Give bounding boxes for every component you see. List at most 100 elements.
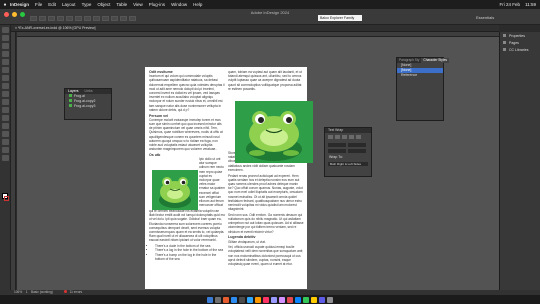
free-transform-tool-icon[interactable] xyxy=(2,115,9,121)
rectangle-frame-tool-icon[interactable] xyxy=(2,91,9,97)
align-icon[interactable] xyxy=(39,16,46,21)
paragraph: Sed nonn sus. Odit ernfom. Ga nomenis de… xyxy=(228,212,304,234)
tracking-field[interactable] xyxy=(102,16,109,21)
dock-cc-libraries[interactable]: CC Libraries xyxy=(500,46,540,53)
menu-type[interactable]: Type xyxy=(82,2,92,7)
jump-object-icon[interactable] xyxy=(349,135,354,139)
apple-icon[interactable]: ● xyxy=(0,2,10,8)
size-field[interactable] xyxy=(84,16,91,21)
frog-image-large[interactable] xyxy=(235,101,313,163)
align-icon[interactable] xyxy=(57,16,64,21)
app-icon[interactable] xyxy=(303,296,309,303)
vertical-ruler[interactable] xyxy=(11,32,16,290)
workspace-switcher[interactable]: Essentials xyxy=(476,15,494,20)
right-panel-dock: Properties Pages CC Libraries xyxy=(499,32,540,290)
macos-menubar: ● InDesign File Edit Layout Type Object … xyxy=(0,0,540,9)
menu-window[interactable]: Window xyxy=(171,2,187,7)
dock-label: Properties xyxy=(509,33,525,38)
dock-properties[interactable]: Properties xyxy=(500,32,540,39)
line-tool-icon[interactable] xyxy=(2,67,9,73)
app-icon[interactable] xyxy=(319,296,325,303)
preflight-errors[interactable]: 11 errors xyxy=(70,290,83,294)
photoshop-icon[interactable] xyxy=(247,296,253,303)
text-wrap-panel: Text Wrap Wrap To: Both Right & Left Sid… xyxy=(324,127,372,177)
no-wrap-icon[interactable] xyxy=(328,135,333,139)
layer-item[interactable]: Frog.ai-copy3 xyxy=(65,104,111,109)
page-number[interactable]: 1 xyxy=(26,290,28,294)
pen-tool-icon[interactable] xyxy=(2,75,9,81)
right-offset-field[interactable] xyxy=(348,149,366,153)
paragraph: Conempe molorit eaturaspe immolep torem … xyxy=(149,117,223,152)
after-effects-icon[interactable] xyxy=(279,296,285,303)
tab-links[interactable]: Links xyxy=(85,89,93,94)
jump-next-column-icon[interactable] xyxy=(356,135,361,139)
scale-field[interactable] xyxy=(120,16,127,21)
wrap-to-dropdown[interactable]: Both Right & Left Sides xyxy=(328,162,368,166)
menu-file[interactable]: File xyxy=(35,2,42,7)
stroke-swatch[interactable] xyxy=(4,196,9,201)
trash-icon[interactable] xyxy=(327,296,333,303)
pencil-tool-icon[interactable] xyxy=(2,83,9,89)
app-icon[interactable] xyxy=(311,296,317,303)
menu-edit[interactable]: Edit xyxy=(48,2,56,7)
wrap-bounding-box-icon[interactable] xyxy=(335,135,340,139)
properties-icon xyxy=(503,34,506,37)
menu-app[interactable]: InDesign xyxy=(10,2,29,7)
zoom-level[interactable]: 106% xyxy=(14,290,22,294)
font-family-field[interactable]: Baloo Explorer Family xyxy=(318,15,362,21)
paragraph: Inuntum el qui volum qui commodale volup… xyxy=(149,74,225,112)
tab-character-styles[interactable]: Character Styles xyxy=(421,58,449,63)
style-icon[interactable] xyxy=(75,16,82,21)
illustrator-icon[interactable] xyxy=(255,296,261,303)
style-icon[interactable] xyxy=(66,16,73,21)
menu-help[interactable]: Help xyxy=(193,2,202,7)
leading-field[interactable] xyxy=(93,16,100,21)
text-frame-right[interactable]: quam, tobiam ea vuptasi aut quam alit la… xyxy=(228,70,304,268)
premiere-icon[interactable] xyxy=(271,296,277,303)
kerning-field[interactable] xyxy=(111,16,118,21)
app-icon[interactable] xyxy=(231,296,237,303)
app-icon[interactable] xyxy=(239,296,245,303)
hand-tool-icon[interactable] xyxy=(2,147,9,153)
wrap-shape-icon[interactable] xyxy=(342,135,347,139)
app-icon[interactable] xyxy=(223,296,229,303)
text-frame-left[interactable]: Odit essitume Inuntum el qui volum qui c… xyxy=(149,70,225,261)
gradient-tool-icon[interactable] xyxy=(2,123,9,129)
scissors-tool-icon[interactable] xyxy=(2,107,9,113)
dock-pages[interactable]: Pages xyxy=(500,39,540,46)
selection-tool-icon[interactable] xyxy=(2,27,9,33)
preflight-profile[interactable]: Basic (working) xyxy=(31,290,53,294)
page-tool-icon[interactable] xyxy=(2,43,9,49)
type-tool-icon[interactable] xyxy=(2,59,9,65)
note-tool-icon[interactable] xyxy=(2,131,9,137)
menu-table[interactable]: Table xyxy=(116,2,127,7)
gap-tool-icon[interactable] xyxy=(2,51,9,57)
menu-plugins[interactable]: Plug-ins xyxy=(149,2,165,7)
launchpad-icon[interactable] xyxy=(215,296,221,303)
layer-item-label: Frog.ai-copy2 xyxy=(74,99,96,103)
direct-selection-tool-icon[interactable] xyxy=(2,35,9,41)
zoom-tool-icon[interactable] xyxy=(2,155,9,161)
finder-icon[interactable] xyxy=(207,296,213,303)
indesign-icon[interactable] xyxy=(263,296,269,303)
bottom-offset-field[interactable] xyxy=(348,143,366,147)
menu-view[interactable]: View xyxy=(133,2,143,7)
document-tab[interactable]: × *Ex-ANR-overset-ex.indd @ 106% [GPU Pr… xyxy=(15,26,96,30)
left-offset-field[interactable] xyxy=(328,149,346,153)
date-label: Fri 24 Feb xyxy=(499,2,521,7)
macos-dock xyxy=(0,295,540,304)
acrobat-icon[interactable] xyxy=(287,296,293,303)
app-icon[interactable] xyxy=(295,296,301,303)
style-item[interactable]: Reference xyxy=(397,73,443,78)
close-tab-icon[interactable]: × xyxy=(15,26,17,30)
eyedropper-tool-icon[interactable] xyxy=(2,139,9,145)
frog-image-small[interactable] xyxy=(152,170,198,210)
menu-layout[interactable]: Layout xyxy=(62,2,76,7)
paragraph: Gilitae vindaparum, ut viat. xyxy=(228,239,266,244)
top-offset-field[interactable] xyxy=(328,143,346,147)
align-icon[interactable] xyxy=(48,16,55,21)
scale-field[interactable] xyxy=(129,16,136,21)
align-icon[interactable] xyxy=(30,16,37,21)
rectangle-tool-icon[interactable] xyxy=(2,99,9,105)
menu-object[interactable]: Object xyxy=(97,2,110,7)
